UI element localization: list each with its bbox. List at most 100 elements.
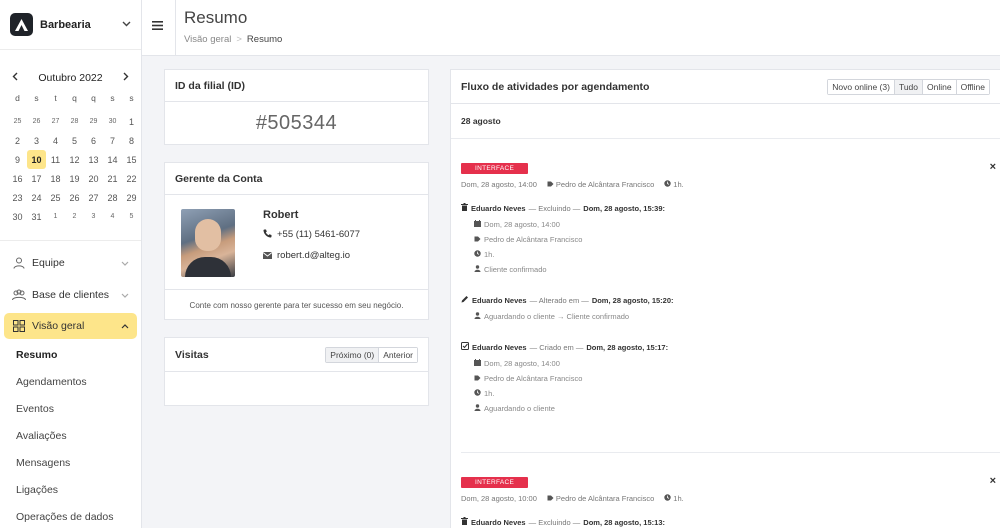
calendar-day[interactable]: 27 — [84, 188, 103, 207]
calendar-day[interactable]: 23 — [8, 188, 27, 207]
entry-duration: 1h. — [664, 180, 684, 189]
sidebar-subitem-operacoes[interactable]: Operações de dados — [0, 503, 141, 528]
calendar-weekday: t — [54, 93, 57, 103]
visits-next-button[interactable]: Próximo (0) — [326, 347, 379, 362]
calendar-day[interactable]: 2 — [8, 131, 27, 150]
entry-staff: Pedro de Alcântara Francisco — [547, 494, 654, 503]
calendar-day[interactable]: 14 — [103, 150, 122, 169]
sidebar-item-label: Equipe — [32, 257, 65, 269]
calendar-day[interactable]: 1 — [122, 112, 141, 131]
sidebar-item-clientes[interactable]: Base de clientes — [0, 279, 141, 311]
account-manager-card: Gerente da Conta Robert +55 (11) 5461-60… — [164, 162, 429, 320]
person-icon — [12, 256, 26, 270]
prev-month-button[interactable] — [12, 72, 18, 84]
close-icon[interactable]: × — [990, 475, 996, 487]
calendar-day[interactable]: 18 — [46, 169, 65, 188]
action-user[interactable]: Eduardo Neves — [471, 204, 526, 213]
chevron-down-icon — [121, 290, 129, 300]
entry-datetime: Dom, 28 agosto, 14:00 — [461, 180, 537, 189]
manager-email[interactable]: robert.d@alteg.io — [262, 250, 360, 261]
calendar-day[interactable]: 24 — [27, 188, 46, 207]
action-user[interactable]: Eduardo Neves — [472, 343, 527, 352]
calendar-day[interactable]: 28 — [103, 188, 122, 207]
calendar-day[interactable]: 3 — [84, 207, 103, 226]
sidebar-subitem-mensagens[interactable]: Mensagens — [0, 449, 141, 476]
sidebar-subitem-agendamentos[interactable]: Agendamentos — [0, 368, 141, 395]
calendar-day[interactable]: 26 — [27, 112, 46, 131]
calendar-day[interactable]: 25 — [8, 112, 27, 131]
feed-filter-tabs: Novo online (3) Tudo Online Offline — [827, 78, 990, 95]
calendar-day[interactable]: 8 — [122, 131, 141, 150]
sidebar-subitem-eventos[interactable]: Eventos — [0, 395, 141, 422]
calendar-day[interactable]: 22 — [122, 169, 141, 188]
calendar-day[interactable]: 30 — [8, 207, 27, 226]
calendar-day[interactable]: 25 — [46, 188, 65, 207]
calendar-day[interactable]: 5 — [122, 207, 141, 226]
calendar-day[interactable]: 12 — [65, 150, 84, 169]
tab-online[interactable]: Online — [922, 79, 956, 94]
phone-icon — [263, 229, 272, 240]
action-time: Dom, 28 agosto, 15:13: — [583, 517, 665, 527]
feed-entries: INTERFACE × Dom, 28 agosto, 14:00 Pedro de … — [451, 161, 1000, 528]
sidebar-item-visao-geral[interactable]: Visão geral — [4, 313, 137, 339]
tab-offline[interactable]: Offline — [955, 79, 989, 94]
calendar-day-today[interactable]: 10 — [27, 150, 46, 169]
hamburger-menu-icon[interactable] — [152, 18, 163, 33]
calendar-day[interactable]: 26 — [65, 188, 84, 207]
calendar-day[interactable]: 6 — [84, 131, 103, 150]
calendar-day[interactable]: 7 — [103, 131, 122, 150]
action-detail: Dom, 28 agosto, 14:00 — [474, 217, 990, 232]
sidebar-nav: Equipe Base de clientes Visão geral Resu… — [0, 240, 141, 528]
action-detail: Dom, 28 agosto, 14:00 — [474, 356, 990, 371]
company-switcher[interactable]: Barbearia — [0, 0, 141, 50]
trash-icon — [461, 203, 468, 213]
calendar-day[interactable]: 30 — [103, 112, 122, 131]
sidebar: Barbearia Outubro 2022 d s t q q s s 25 26 27 28 29… — [0, 0, 142, 528]
action-detail: Pedro de Alcântara Francisco — [474, 232, 990, 247]
calendar-day[interactable]: 16 — [8, 169, 27, 188]
pencil-icon — [461, 295, 469, 305]
calendar-day[interactable]: 4 — [103, 207, 122, 226]
calendar-weekday: q — [91, 93, 96, 103]
chevron-down-icon[interactable] — [122, 19, 131, 30]
calendar-day[interactable]: 31 — [27, 207, 46, 226]
calendar-day[interactable]: 3 — [27, 131, 46, 150]
calendar-day[interactable]: 4 — [46, 131, 65, 150]
calendar-day[interactable]: 9 — [8, 150, 27, 169]
calendar-day[interactable]: 27 — [46, 112, 65, 131]
calendar-day[interactable]: 28 — [65, 112, 84, 131]
calendar-day[interactable]: 29 — [122, 188, 141, 207]
tag-icon — [474, 374, 481, 383]
entry-staff-name: Pedro de Alcântara Francisco — [555, 494, 655, 503]
calendar-day[interactable]: 19 — [65, 169, 84, 188]
sidebar-item-label: Base de clientes — [32, 289, 110, 301]
tab-tudo[interactable]: Tudo — [893, 79, 922, 94]
breadcrumb-root[interactable]: Visão geral — [184, 34, 231, 45]
manager-avatar — [181, 209, 235, 277]
calendar-day[interactable]: 5 — [65, 131, 84, 150]
calendar-day[interactable]: 11 — [46, 150, 65, 169]
calendar-day[interactable]: 17 — [27, 169, 46, 188]
visits-prev-button[interactable]: Anterior — [378, 347, 417, 362]
calendar-day[interactable]: 15 — [122, 150, 141, 169]
tab-novo-online[interactable]: Novo online (3) — [828, 79, 894, 94]
action-user[interactable]: Eduardo Neves — [472, 296, 527, 305]
calendar-day[interactable]: 2 — [65, 207, 84, 226]
sidebar-item-equipe[interactable]: Equipe — [0, 247, 141, 279]
action-detail-text: 1h. — [484, 389, 495, 398]
close-icon[interactable]: × — [990, 161, 996, 173]
calendar-day[interactable]: 13 — [84, 150, 103, 169]
action-user[interactable]: Eduardo Neves — [471, 518, 526, 527]
sidebar-subitem-resumo[interactable]: Resumo — [0, 341, 141, 368]
calendar-day[interactable]: 29 — [84, 112, 103, 131]
feed-date-header: 28 agosto — [451, 104, 1000, 139]
sidebar-subitem-avaliacoes[interactable]: Avaliações — [0, 422, 141, 449]
manager-phone[interactable]: +55 (11) 5461-6077 — [263, 229, 360, 240]
next-month-button[interactable] — [123, 72, 129, 84]
filial-id-card: ID da filial (ID) #505344 — [164, 69, 429, 145]
tag-icon — [547, 494, 554, 503]
sidebar-subitem-ligacoes[interactable]: Ligações — [0, 476, 141, 503]
calendar-day[interactable]: 1 — [46, 207, 65, 226]
calendar-day[interactable]: 21 — [103, 169, 122, 188]
calendar-day[interactable]: 20 — [84, 169, 103, 188]
